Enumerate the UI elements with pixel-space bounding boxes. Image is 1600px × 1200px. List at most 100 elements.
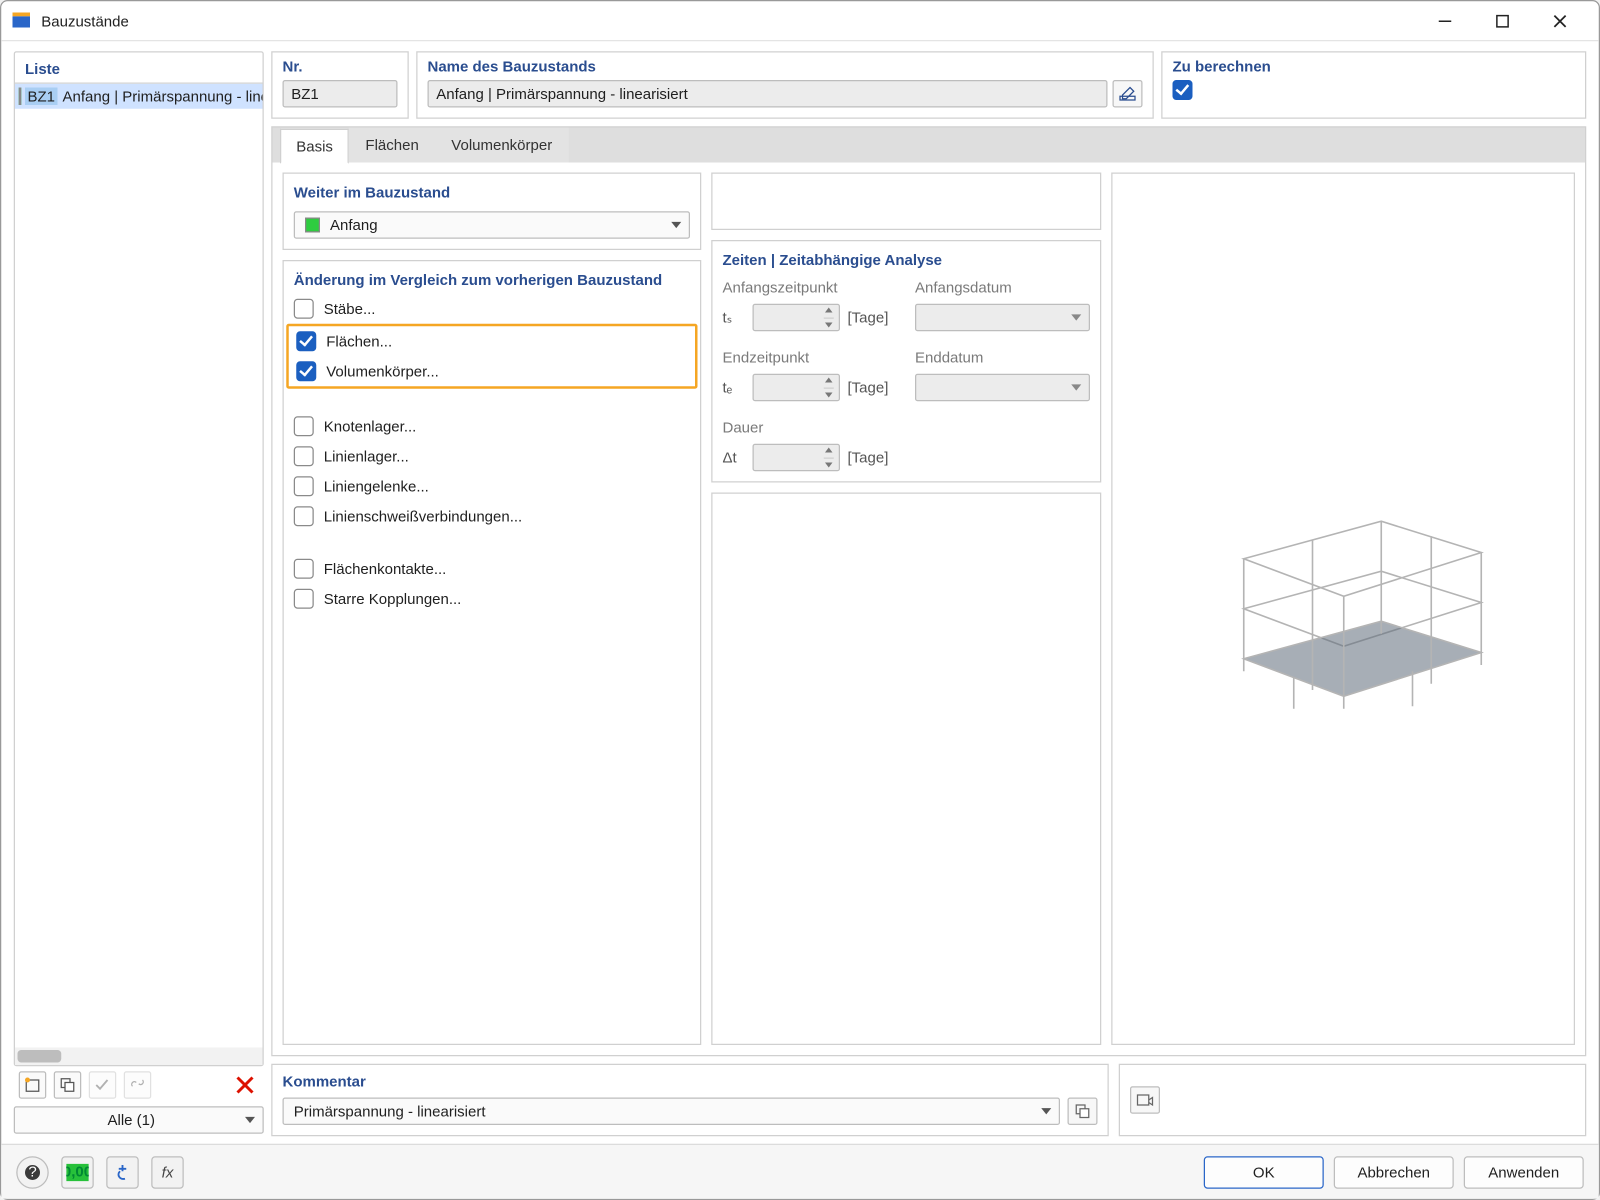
new-item-button[interactable] [19, 1071, 47, 1099]
name-label: Name des Bauzustands [428, 58, 1143, 76]
checkbox[interactable] [296, 361, 316, 381]
dt-input [753, 444, 841, 472]
checkbox[interactable] [294, 446, 314, 466]
chk-knotenlager[interactable]: Knotenlager... [294, 416, 690, 436]
header-row: Nr. BZ1 Name des Bauzustands Anfang | Pr… [271, 51, 1586, 119]
fx-button[interactable]: fx [151, 1156, 184, 1189]
list-body[interactable]: BZ1 Anfang | Primärspannung - linearisie… [15, 83, 263, 1066]
comment-dropdown[interactable]: Primärspannung - linearisiert [283, 1098, 1061, 1126]
startdate-combo [915, 304, 1090, 332]
sym-te: tₑ [723, 379, 746, 397]
link-button [124, 1071, 152, 1099]
lbl-anfangszeitpunkt: Anfangszeitpunkt [723, 279, 898, 297]
weiter-group: Weiter im Bauzustand Anfang [283, 173, 702, 251]
check-all-button [89, 1071, 117, 1099]
empty-top-group [711, 173, 1101, 231]
horizontal-scrollbar[interactable] [15, 1048, 263, 1066]
tab-basis[interactable]: Basis [280, 129, 349, 164]
te-input [753, 374, 841, 402]
name-input[interactable]: Anfang | Primärspannung - linearisiert [428, 80, 1108, 108]
tabstrip: Basis Flächen Volumenkörper [273, 128, 1586, 163]
chk-liniengelenke[interactable]: Liniengelenke... [294, 476, 690, 496]
unit-days: [Tage] [848, 309, 898, 327]
model-preview[interactable] [1111, 173, 1575, 1046]
tabs-block: Basis Flächen Volumenkörper Weiter im Ba… [271, 126, 1586, 1056]
lbl-anfangsdatum: Anfangsdatum [915, 279, 1090, 297]
highlight-box: Flächen... Volumenkörper... [286, 324, 697, 389]
svg-text:0,00: 0,00 [66, 1163, 89, 1180]
window-close-button[interactable] [1531, 3, 1589, 38]
chk-linienschweiss[interactable]: Linienschweißverbindungen... [294, 506, 690, 526]
svg-text:fx: fx [162, 1164, 174, 1181]
color-swatch [305, 218, 320, 233]
show-in-view-button[interactable] [1130, 1086, 1160, 1114]
comment-box: Kommentar Primärspannung - linearisiert [271, 1064, 1109, 1137]
aenderung-group: Änderung im Vergleich zum vorherigen Bau… [283, 260, 702, 1045]
name-cell: Name des Bauzustands Anfang | Primärspan… [416, 51, 1154, 119]
comment-library-button[interactable] [1068, 1098, 1098, 1126]
cancel-button[interactable]: Abbrechen [1334, 1156, 1454, 1189]
delete-item-button[interactable] [231, 1071, 259, 1099]
checkbox[interactable] [294, 476, 314, 496]
calc-checkbox[interactable] [1173, 80, 1193, 100]
chk-starre-kopplungen[interactable]: Starre Kopplungen... [294, 589, 690, 609]
lbl-endzeitpunkt: Endzeitpunkt [723, 349, 898, 367]
checkbox[interactable] [296, 331, 316, 351]
chk-flaechen[interactable]: Flächen... [296, 331, 687, 351]
checkbox[interactable] [294, 506, 314, 526]
checkbox[interactable] [294, 589, 314, 609]
weiter-title: Weiter im Bauzustand [294, 184, 690, 202]
building-icon [1193, 484, 1493, 734]
weiter-dropdown[interactable]: Anfang [294, 211, 690, 239]
dialog-window: Bauzustände Liste BZ1 Anfang | Primärspa… [0, 0, 1600, 1200]
bottom-bar: ? 0,00 fx OK Abbrechen Anwenden [1, 1144, 1599, 1199]
list-filter-dropdown[interactable]: Alle (1) [14, 1106, 264, 1134]
apply-button[interactable]: Anwenden [1464, 1156, 1584, 1189]
nr-input: BZ1 [283, 80, 398, 108]
chk-staebe[interactable]: Stäbe... [294, 299, 690, 319]
checkbox[interactable] [294, 559, 314, 579]
chk-flaechenkontakte[interactable]: Flächenkontakte... [294, 559, 690, 579]
nr-label: Nr. [283, 58, 398, 76]
list-row[interactable]: BZ1 Anfang | Primärspannung - linearisie… [15, 84, 263, 109]
window-minimize-button[interactable] [1416, 3, 1474, 38]
window-maximize-button[interactable] [1474, 3, 1532, 38]
unit-days: [Tage] [848, 379, 898, 397]
tab-flaechen[interactable]: Flächen [349, 128, 435, 163]
enddate-combo [915, 374, 1090, 402]
weiter-value: Anfang [330, 216, 378, 234]
list-header: Liste [15, 53, 263, 83]
titlebar: Bauzustände [1, 1, 1599, 41]
sym-ts: tₛ [723, 309, 746, 327]
window-title: Bauzustände [41, 12, 1416, 30]
checkbox[interactable] [294, 416, 314, 436]
zeiten-group: Zeiten | Zeitabhängige Analyse Anfangsze… [711, 240, 1101, 483]
copy-item-button[interactable] [54, 1071, 82, 1099]
lbl-dauer: Dauer [723, 419, 898, 437]
list-filter-value: Alle (1) [107, 1111, 155, 1129]
app-icon [11, 11, 31, 31]
lbl-enddatum: Enddatum [915, 349, 1090, 367]
help-button[interactable]: ? [16, 1156, 49, 1189]
unit-days: [Tage] [848, 449, 898, 467]
tab-volumenkoerper[interactable]: Volumenkörper [435, 128, 568, 163]
chk-linienlager[interactable]: Linienlager... [294, 446, 690, 466]
aenderung-title: Änderung im Vergleich zum vorherigen Bau… [294, 271, 690, 289]
chk-volumenkoerper[interactable]: Volumenkörper... [296, 361, 687, 381]
sym-dt: Δt [723, 449, 746, 467]
list-toolbar [14, 1069, 264, 1102]
units-button[interactable]: 0,00 [61, 1156, 94, 1189]
calc-cell: Zu berechnen [1161, 51, 1586, 119]
list-row-name: Anfang | Primärspannung - linearisiert [58, 88, 263, 106]
tools-button[interactable] [106, 1156, 139, 1189]
list-panel: Liste BZ1 Anfang | Primärspannung - line… [14, 51, 264, 1066]
zeiten-title: Zeiten | Zeitabhängige Analyse [723, 251, 1091, 269]
checkbox[interactable] [294, 299, 314, 319]
empty-bottom-group [711, 493, 1101, 1046]
list-row-id: BZ1 [25, 88, 58, 106]
svg-text:?: ? [28, 1163, 36, 1180]
ok-button[interactable]: OK [1204, 1156, 1324, 1189]
color-swatch [19, 88, 22, 106]
edit-name-button[interactable] [1113, 80, 1143, 108]
preview-actions [1119, 1064, 1587, 1137]
